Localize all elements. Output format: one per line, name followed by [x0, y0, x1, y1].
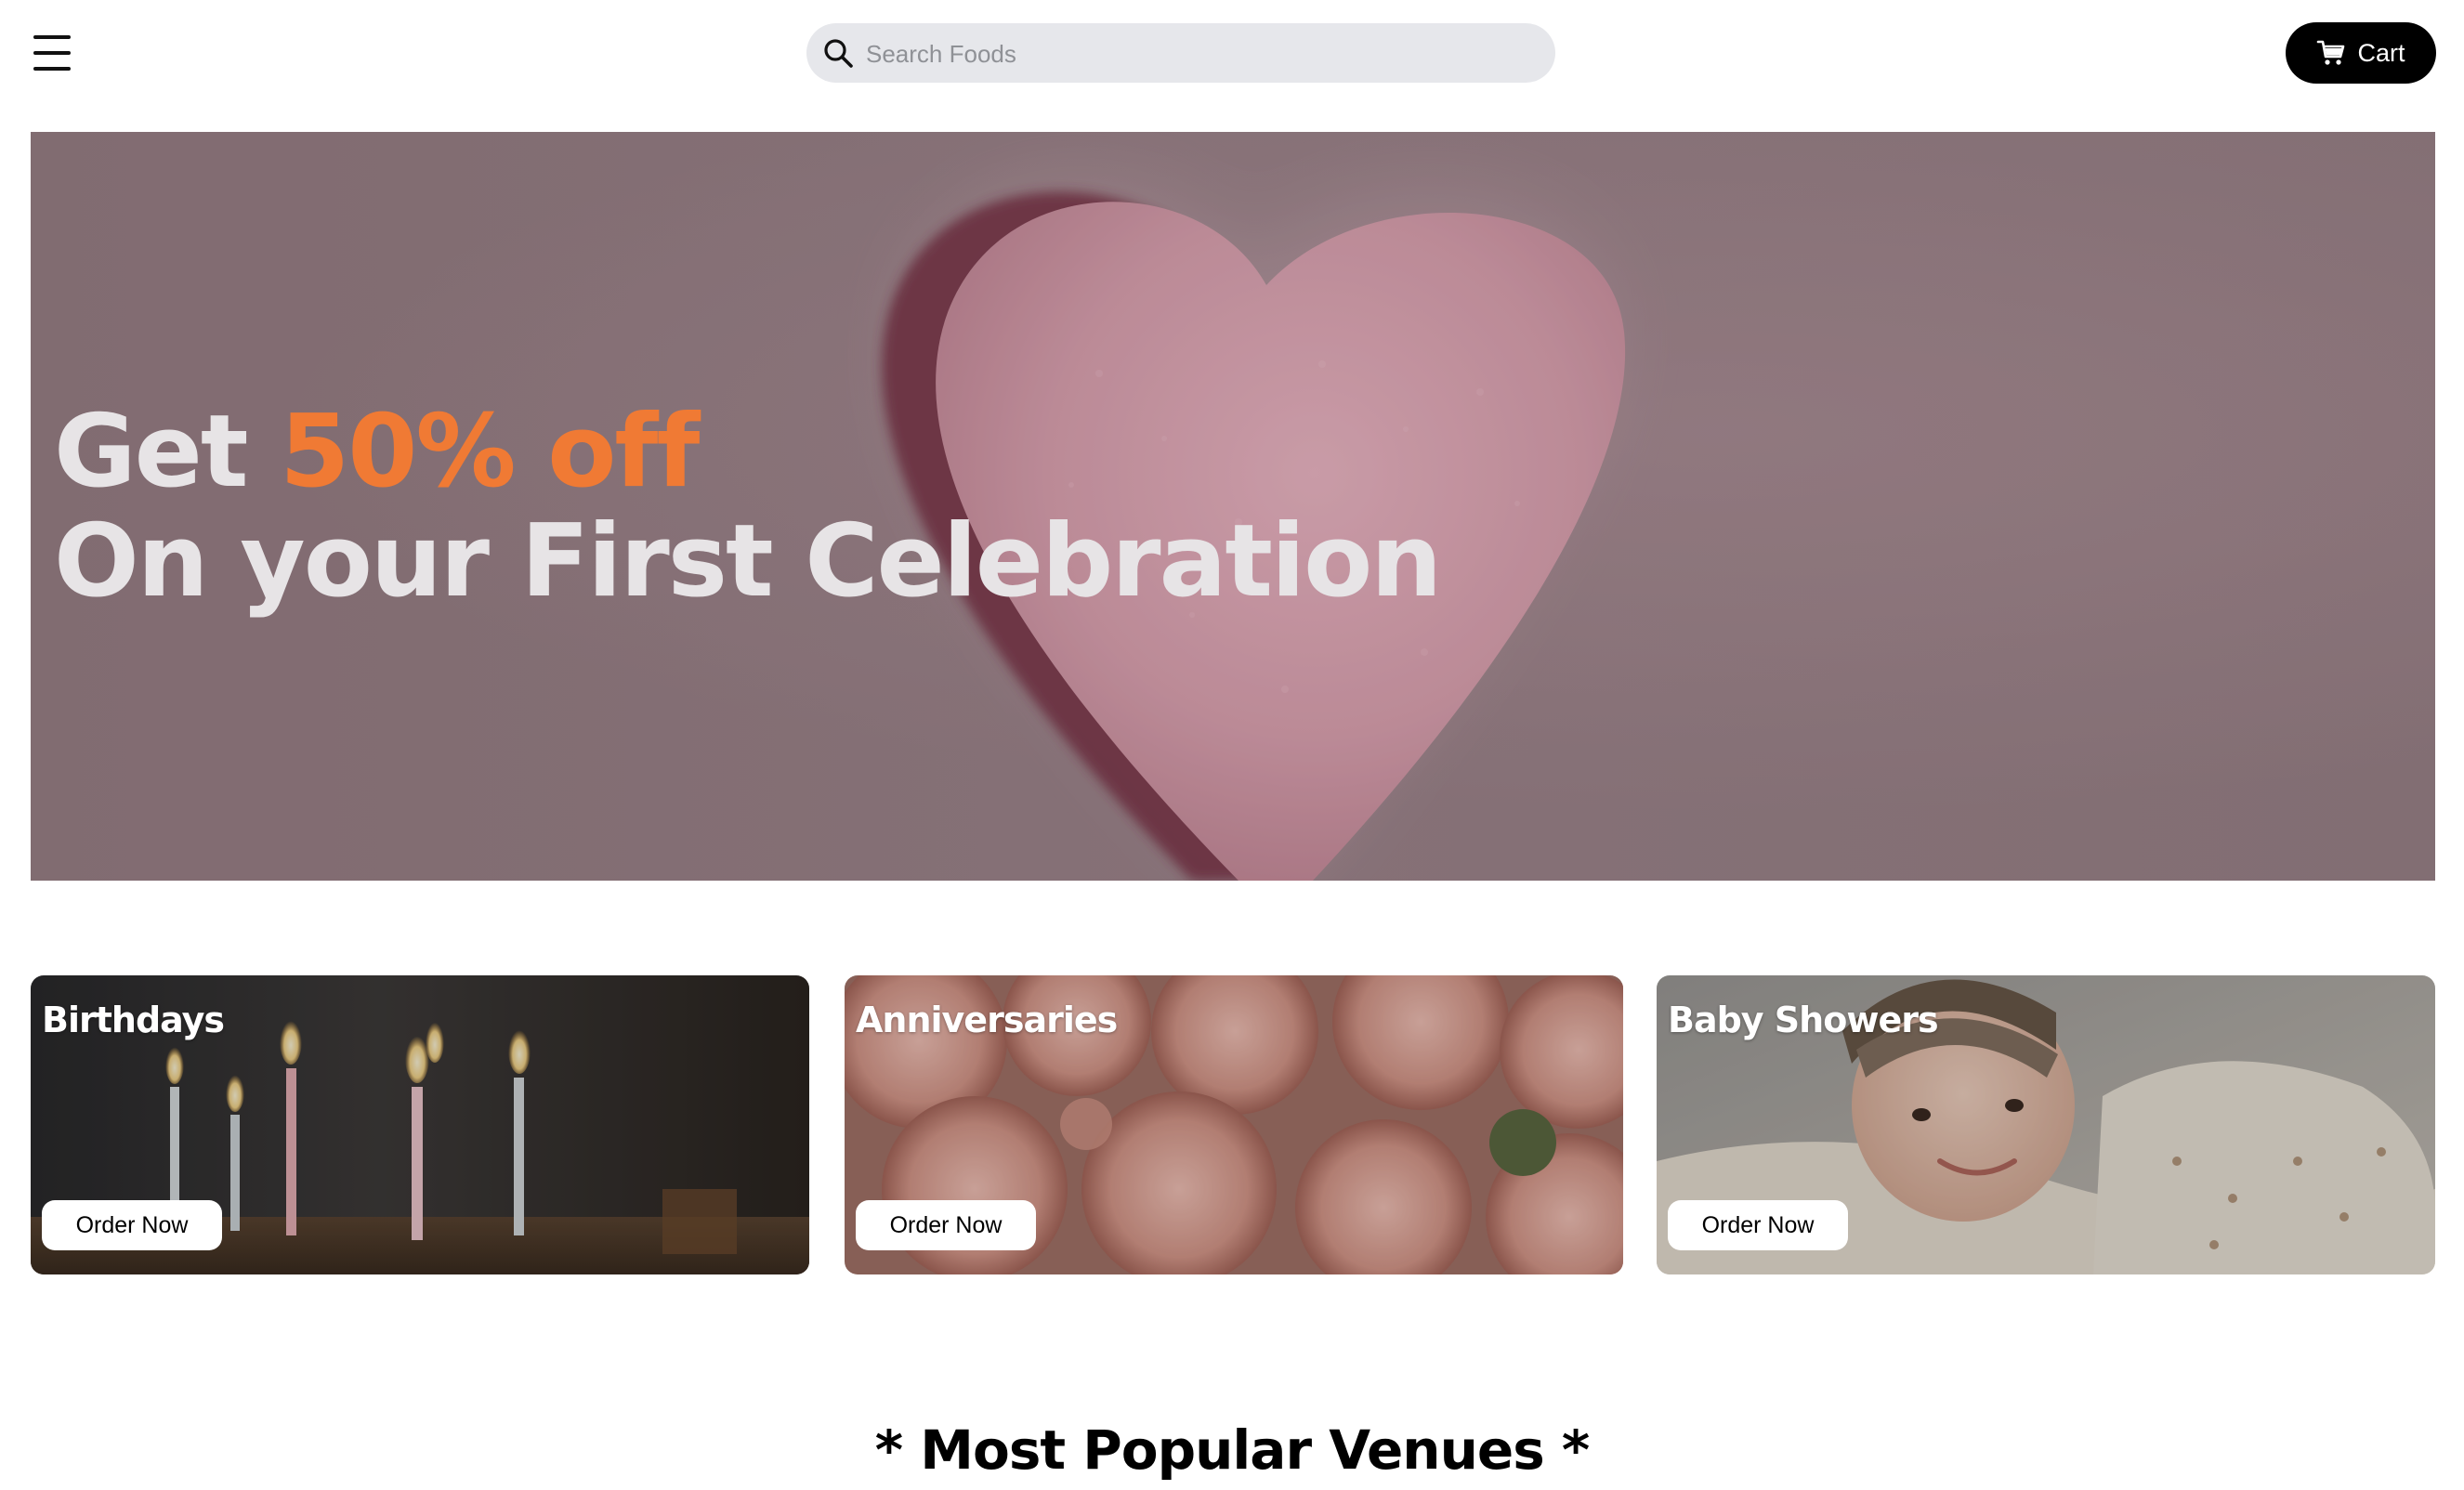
hero-text-prefix: Get — [54, 394, 281, 510]
hero-banner: Get 50% off On your First Celebration — [31, 132, 2435, 881]
search-icon — [824, 39, 853, 68]
order-now-button[interactable]: Order Now — [1668, 1200, 1848, 1250]
hero-headline: Get 50% off On your First Celebration — [54, 398, 1442, 620]
cart-button[interactable]: Cart — [2286, 22, 2436, 84]
search-input[interactable] — [864, 23, 1537, 85]
category-card-baby-showers[interactable]: Baby Showers Order Now — [1657, 975, 2435, 1274]
category-cards: Birthdays Order Now Anniversaries Order … — [31, 975, 2435, 1274]
order-now-button[interactable]: Order Now — [42, 1200, 222, 1250]
top-navigation-bar: Cart — [0, 0, 2464, 132]
order-now-button[interactable]: Order Now — [856, 1200, 1036, 1250]
hero-discount-text: 50% off — [280, 394, 700, 510]
category-card-birthdays[interactable]: Birthdays Order Now — [31, 975, 809, 1274]
hero-line-2: On your First Celebration — [54, 503, 1442, 620]
hamburger-menu-icon[interactable] — [33, 35, 71, 71]
menu-bar-line — [33, 35, 71, 39]
cart-label: Cart — [2357, 38, 2405, 67]
most-popular-venues-heading: * Most Popular Venues * — [874, 1418, 1591, 1482]
card-title: Anniversaries — [856, 1000, 1118, 1040]
hero-line-1: Get 50% off — [54, 398, 1440, 507]
card-title: Birthdays — [42, 1000, 225, 1040]
menu-bar-line — [33, 67, 71, 71]
category-card-anniversaries[interactable]: Anniversaries Order Now — [845, 975, 1623, 1274]
search-bar[interactable] — [806, 23, 1555, 85]
menu-bar-line — [33, 51, 71, 55]
cart-icon — [2317, 40, 2345, 65]
card-title: Baby Showers — [1668, 1000, 1939, 1040]
